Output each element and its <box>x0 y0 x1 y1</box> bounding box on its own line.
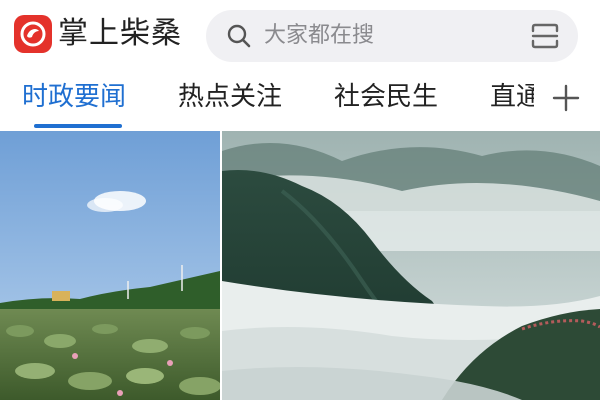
tab-hot-topics[interactable]: 热点关注 <box>178 80 282 114</box>
bird-logo-icon <box>20 21 46 47</box>
misty-mountain-photo[interactable] <box>222 131 600 400</box>
tab-direct: 直通 <box>490 82 534 112</box>
search-placeholder: 大家都在搜 <box>264 23 375 48</box>
tab-politics-news[interactable]: 时政要闻 <box>22 80 126 114</box>
tab-direct-clipped[interactable]: 直通 <box>490 80 534 120</box>
scan-icon[interactable] <box>530 22 560 50</box>
app-name: 掌上柴桑 <box>58 16 182 51</box>
search-icon <box>227 24 251 48</box>
search-bar[interactable]: 大家都在搜 <box>206 10 578 62</box>
active-tab-indicator <box>34 124 122 128</box>
channel-tabs: 时政要闻 热点关注 社会民生 直通 <box>0 72 600 130</box>
app-logo[interactable] <box>14 15 52 53</box>
plus-icon[interactable] <box>552 84 580 112</box>
top-bar: 掌上柴桑 大家都在搜 <box>0 0 600 72</box>
lotus-pond-photo[interactable] <box>0 131 220 400</box>
tab-livelihood[interactable]: 社会民生 <box>334 80 438 114</box>
